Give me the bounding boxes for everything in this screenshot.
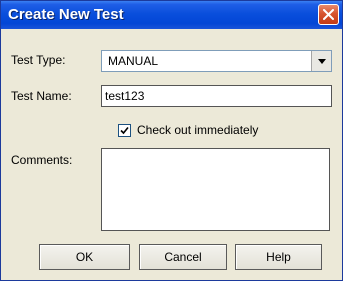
test-name-input[interactable]: test123 xyxy=(101,85,332,107)
ok-button[interactable]: OK xyxy=(39,244,130,270)
close-button[interactable] xyxy=(318,4,339,25)
chevron-down-icon xyxy=(318,59,326,64)
comments-label: Comments: xyxy=(11,153,73,167)
test-name-label: Test Name: xyxy=(11,89,72,103)
checkout-checkbox[interactable] xyxy=(118,124,131,137)
dialog-body: Test Type: MANUAL Test Name: test123 Che… xyxy=(1,29,342,280)
close-icon xyxy=(323,9,334,20)
checkout-label[interactable]: Check out immediately xyxy=(137,123,258,137)
comments-textarea[interactable] xyxy=(101,148,330,231)
test-type-value: MANUAL xyxy=(108,54,159,68)
test-type-label: Test Type: xyxy=(11,53,66,67)
title-bar[interactable]: Create New Test xyxy=(1,1,342,29)
dropdown-button[interactable] xyxy=(311,51,331,71)
create-new-test-dialog: Create New Test Test Type: MANUAL Test N… xyxy=(0,0,343,281)
help-button[interactable]: Help xyxy=(235,244,322,270)
dialog-title: Create New Test xyxy=(8,6,124,23)
test-type-dropdown[interactable]: MANUAL xyxy=(101,50,332,72)
test-name-value: test123 xyxy=(105,89,145,103)
checkmark-icon xyxy=(120,126,129,135)
cancel-button[interactable]: Cancel xyxy=(139,244,227,270)
